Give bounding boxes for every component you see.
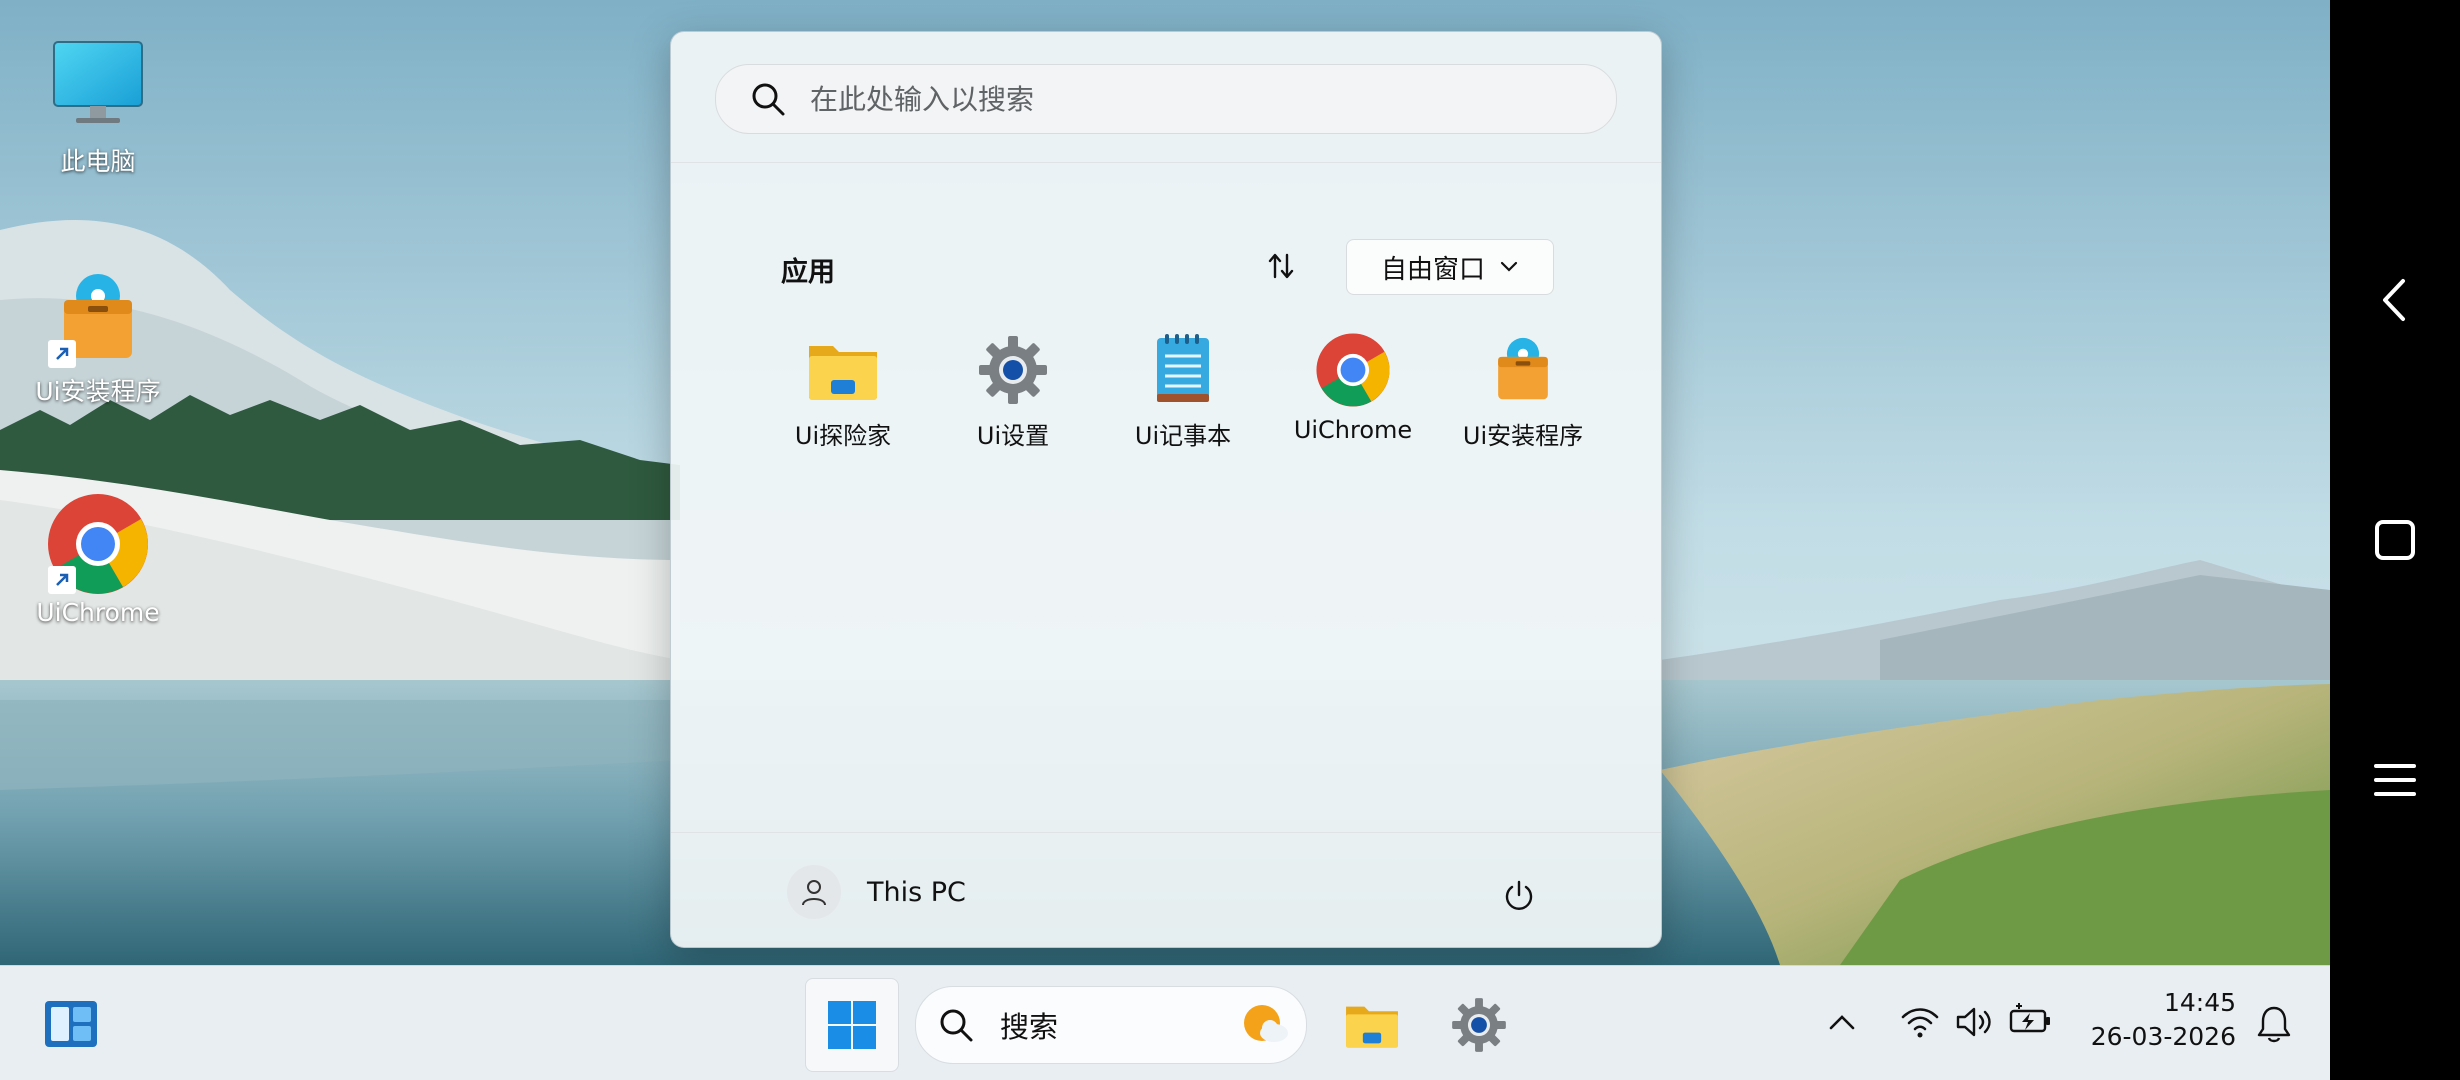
desktop-icon-label: UiChrome [36,598,160,627]
app-tile-settings[interactable]: Ui设置 [933,332,1093,451]
app-tile-label: Ui安装程序 [1462,422,1584,450]
system-navigation-bar [2330,0,2460,1080]
divider [671,162,1661,163]
start-menu: 应用 自由窗口 Ui探险家 [670,31,1662,948]
power-button[interactable] [1491,868,1547,924]
folder-icon [1346,1006,1398,1048]
start-search-box[interactable] [715,64,1617,134]
desktop-icon-installer[interactable]: Ui安装程序 [23,266,173,408]
user-icon [802,880,826,906]
taskbar-search[interactable]: 搜索 [915,986,1307,1064]
widgets-icon [45,1001,97,1047]
wifi-icon [1901,1008,1939,1038]
notifications-button[interactable] [2248,998,2300,1050]
app-tile-label: UiChrome [1293,416,1413,444]
power-icon [1505,880,1533,910]
desktop-icon-label: 此电脑 [60,147,136,176]
square-icon [2375,520,2415,560]
shortcut-arrow-icon [48,340,76,368]
wifi-button[interactable] [1896,998,1944,1046]
start-search-input[interactable] [808,81,1592,117]
installer-icon [1485,332,1561,408]
volume-icon [1956,1007,1991,1037]
battery-button[interactable] [2004,996,2056,1044]
hamburger-menu-icon [2374,764,2416,796]
app-tile-explorer[interactable]: Ui探险家 [763,332,923,451]
clock-time: 14:45 [2163,988,2236,1017]
widgets-button[interactable] [36,994,106,1054]
start-button[interactable] [805,978,899,1072]
chrome-icon [1315,332,1391,408]
chevron-up-icon [1829,1015,1855,1030]
windows-logo-icon [828,1001,876,1049]
installer-icon [46,266,150,370]
apps-section-title: 应用 [781,257,835,288]
app-tile-chrome[interactable]: UiChrome [1273,332,1433,444]
avatar [787,865,841,919]
clock[interactable]: 14:45 26-03-2026 [2076,986,2236,1054]
search-icon [752,83,785,116]
clock-date: 26-03-2026 [2090,1022,2236,1051]
app-grid: Ui探险家 Ui设置 Ui记事本 UiChrome Ui安装程序 [763,332,1623,462]
desktop-icon-label: Ui安装程序 [35,377,161,406]
nav-back-button[interactable] [2365,270,2425,330]
desktop-icon-this-pc[interactable]: 此电脑 [23,36,173,178]
screen: 此电脑 Ui安装程序 UiChrome 在此处输入以搜索 应用 自由窗口 Ui探… [0,0,2460,1080]
taskbar-settings[interactable] [1444,990,1514,1060]
battery-charging-icon [2009,1003,2050,1033]
app-tile-label: Ui设置 [976,422,1050,450]
divider [671,832,1661,833]
volume-button[interactable] [1950,998,1998,1046]
taskbar: 搜索 14:45 26-03-2026 [0,965,2330,1080]
tray-overflow-button[interactable] [1818,998,1866,1046]
app-tile-installer[interactable]: Ui安装程序 [1443,332,1603,451]
nav-menu-button[interactable] [2365,750,2425,810]
taskbar-search-label: 搜索 [1000,1010,1059,1044]
back-arrow-icon [2383,279,2405,321]
taskbar-file-explorer[interactable] [1336,990,1408,1060]
settings-gear-icon [975,332,1051,408]
bell-icon [2257,1006,2291,1043]
desktop-icon-chrome[interactable]: UiChrome [23,492,173,627]
sort-button[interactable] [1251,238,1311,294]
nav-home-button[interactable] [2365,510,2425,570]
view-mode-dropdown[interactable]: 自由窗口 [1346,239,1554,295]
app-tile-notepad[interactable]: Ui记事本 [1103,332,1263,451]
app-tile-label: Ui记事本 [1134,422,1232,450]
weather-icon [1244,1005,1288,1042]
folder-icon [805,332,881,408]
user-account-button[interactable]: This PC [787,865,966,919]
sort-icon [1268,253,1294,279]
chrome-icon [46,492,150,596]
monitor-icon [46,36,150,140]
chevron-down-icon [1500,261,1518,272]
shortcut-arrow-icon [48,566,76,594]
settings-gear-icon [1452,998,1506,1052]
view-mode-label: 自由窗口 [1380,254,1485,285]
user-name: This PC [867,876,966,908]
search-icon [940,1009,973,1042]
app-tile-label: Ui探险家 [794,422,892,450]
notepad-icon [1145,332,1221,408]
